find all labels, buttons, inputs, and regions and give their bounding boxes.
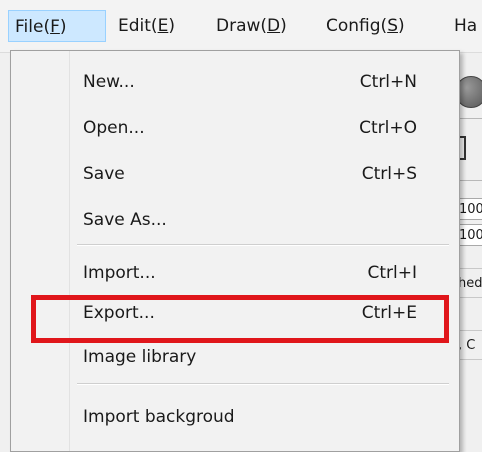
menu-separator [77,244,449,246]
menu-item-label: Import backgroud [83,407,235,427]
menu-item-save[interactable]: Save Ctrl+S [71,151,455,197]
menu-item-label: Save As... [83,210,167,230]
menu-item-shortcut: Ctrl+E [361,303,417,323]
menu-help-label: Ha [454,16,478,36]
menu-item-export[interactable]: Export... Ctrl+E [71,290,455,336]
file-menu-dropdown: New... Ctrl+N Open... Ctrl+O Save Ctrl+S… [10,50,460,452]
menu-file-mnemonic: F [50,17,60,37]
menu-item-new[interactable]: New... Ctrl+N [71,59,455,105]
menu-edit-label: Edit [118,16,151,36]
menu-edit-mnemonic: E [157,16,169,36]
menu-edit[interactable]: Edit(E) [112,10,181,42]
menu-item-label: Export... [83,303,155,323]
menu-item-shortcut: Ctrl+O [359,118,417,138]
menu-item-shortcut: Ctrl+S [361,164,417,184]
menu-config[interactable]: Config(S) [320,10,411,42]
menu-item-open[interactable]: Open... Ctrl+O [71,105,455,151]
menu-help[interactable]: Ha [448,10,482,42]
menu-icon-gutter [11,51,70,451]
menu-config-mnemonic: S [387,16,398,36]
menu-item-label: Save [83,164,125,184]
menu-item-shortcut: Ctrl+N [359,72,417,92]
menu-item-save-as[interactable]: Save As... [71,197,455,243]
menu-item-image-library[interactable]: Image library [71,334,455,380]
menu-item-label: New... [83,72,135,92]
menu-bar: File(F) Edit(E) Draw(D) Config(S) Ha [0,0,482,53]
menu-separator [77,383,449,385]
menu-item-label: Image library [83,347,197,367]
menu-config-label: Config [326,16,381,36]
menu-item-label: Open... [83,118,145,138]
menu-draw[interactable]: Draw(D) [210,10,293,42]
menu-item-import-background[interactable]: Import backgroud [71,394,455,440]
menu-file[interactable]: File(F) [8,10,106,42]
menu-file-label: File [15,17,44,37]
menu-draw-label: Draw [216,16,261,36]
menu-draw-mnemonic: D [267,16,281,36]
